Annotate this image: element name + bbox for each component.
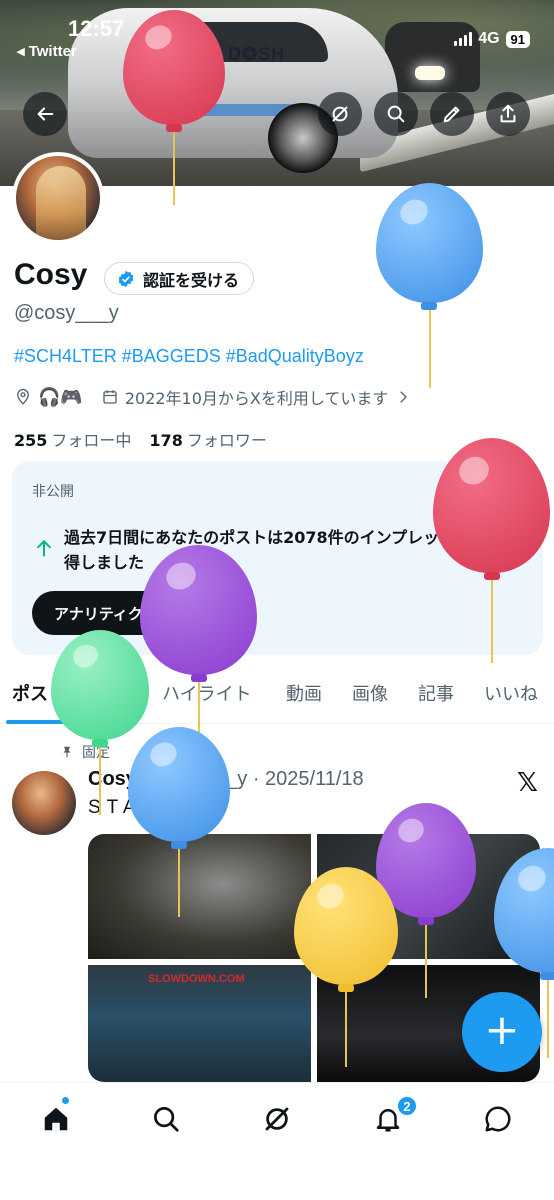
nav-search[interactable] — [146, 1099, 186, 1139]
profile-meta: 🎧🎮 2022年10月からXを利用しています — [14, 385, 412, 409]
status-back-to-app[interactable]: ◂ Twitter — [17, 42, 77, 60]
balloon-blue — [128, 727, 230, 917]
car-headlight — [415, 66, 445, 80]
share-button[interactable] — [486, 92, 530, 136]
grok-button[interactable] — [318, 92, 362, 136]
avatar-hair — [36, 166, 86, 240]
chat-icon — [485, 1106, 511, 1132]
search-icon — [387, 105, 405, 123]
followers-link[interactable]: 178 フォロワー — [149, 427, 266, 451]
balloon-red — [123, 10, 225, 205]
verified-icon — [118, 270, 134, 287]
home-new-dot — [62, 1097, 69, 1104]
bottom-navigation: 2 — [0, 1082, 554, 1200]
status-time: 12:57 — [68, 16, 125, 41]
following-count: 255 — [14, 431, 48, 450]
followers-label: フォロワー — [186, 431, 267, 450]
car-logo: D✪SH — [228, 44, 286, 64]
balloon-blue — [376, 183, 483, 388]
profile-location: 🎧🎮 — [38, 386, 83, 408]
profile-bio[interactable]: #SCH4LTER #BAGGEDS #BadQualityBoyz — [14, 346, 364, 367]
status-indicators: 4G 91 — [454, 30, 530, 48]
location-icon — [17, 388, 29, 405]
tab-videos[interactable]: 動画 — [286, 680, 322, 706]
photo-tag: SLOWDOWN.COM — [148, 973, 245, 985]
battery-indicator: 91 — [505, 30, 530, 48]
following-link[interactable]: 255 フォロー中 — [14, 427, 131, 451]
share-icon — [500, 104, 516, 123]
arrow-up-icon — [37, 539, 51, 557]
search-icon — [154, 1107, 179, 1132]
back-arrow-icon — [37, 107, 54, 121]
profile-handle: @cosy___y — [14, 302, 119, 324]
private-label: 非公開 — [32, 484, 74, 500]
edit-icon — [443, 106, 460, 123]
tab-articles[interactable]: 記事 — [418, 680, 454, 706]
tab-likes[interactable]: いいね — [484, 680, 538, 706]
grok-icon — [332, 106, 348, 122]
search-button[interactable] — [374, 92, 418, 136]
balloon-yellow — [294, 867, 398, 1067]
calendar-icon — [103, 390, 117, 404]
edit-button[interactable] — [430, 92, 474, 136]
nav-home[interactable] — [36, 1099, 76, 1139]
home-icon — [44, 1107, 68, 1131]
plus-icon: + — [484, 1005, 520, 1054]
profile-avatar[interactable] — [12, 152, 104, 244]
post-photo-3[interactable]: SLOWDOWN.COM — [88, 965, 311, 1082]
nav-grok[interactable] — [257, 1099, 297, 1139]
followers-count: 178 — [149, 431, 183, 450]
tab-images[interactable]: 画像 — [352, 680, 388, 706]
chevron-right-icon[interactable] — [394, 388, 412, 406]
back-button[interactable] — [23, 92, 67, 136]
network-type: 4G — [478, 30, 500, 47]
profile-joined[interactable]: 2022年10月からXを利用しています — [125, 385, 389, 409]
x-logo-icon[interactable]: 𝕏 — [517, 768, 538, 798]
signal-icon — [454, 32, 473, 46]
following-label: フォロー中 — [51, 431, 132, 450]
get-verified-label: 認証を受ける — [143, 270, 240, 290]
grok-icon — [265, 1107, 289, 1131]
compose-post-button[interactable]: + — [462, 992, 542, 1072]
notifications-badge: 2 — [396, 1095, 418, 1117]
follow-stats: 255 フォロー中 178 フォロワー — [14, 427, 267, 451]
nav-messages[interactable] — [478, 1099, 518, 1139]
balloon-red — [433, 438, 550, 663]
get-verified-button[interactable]: 認証を受ける — [104, 262, 255, 295]
profile-name: Cosy — [14, 258, 88, 291]
